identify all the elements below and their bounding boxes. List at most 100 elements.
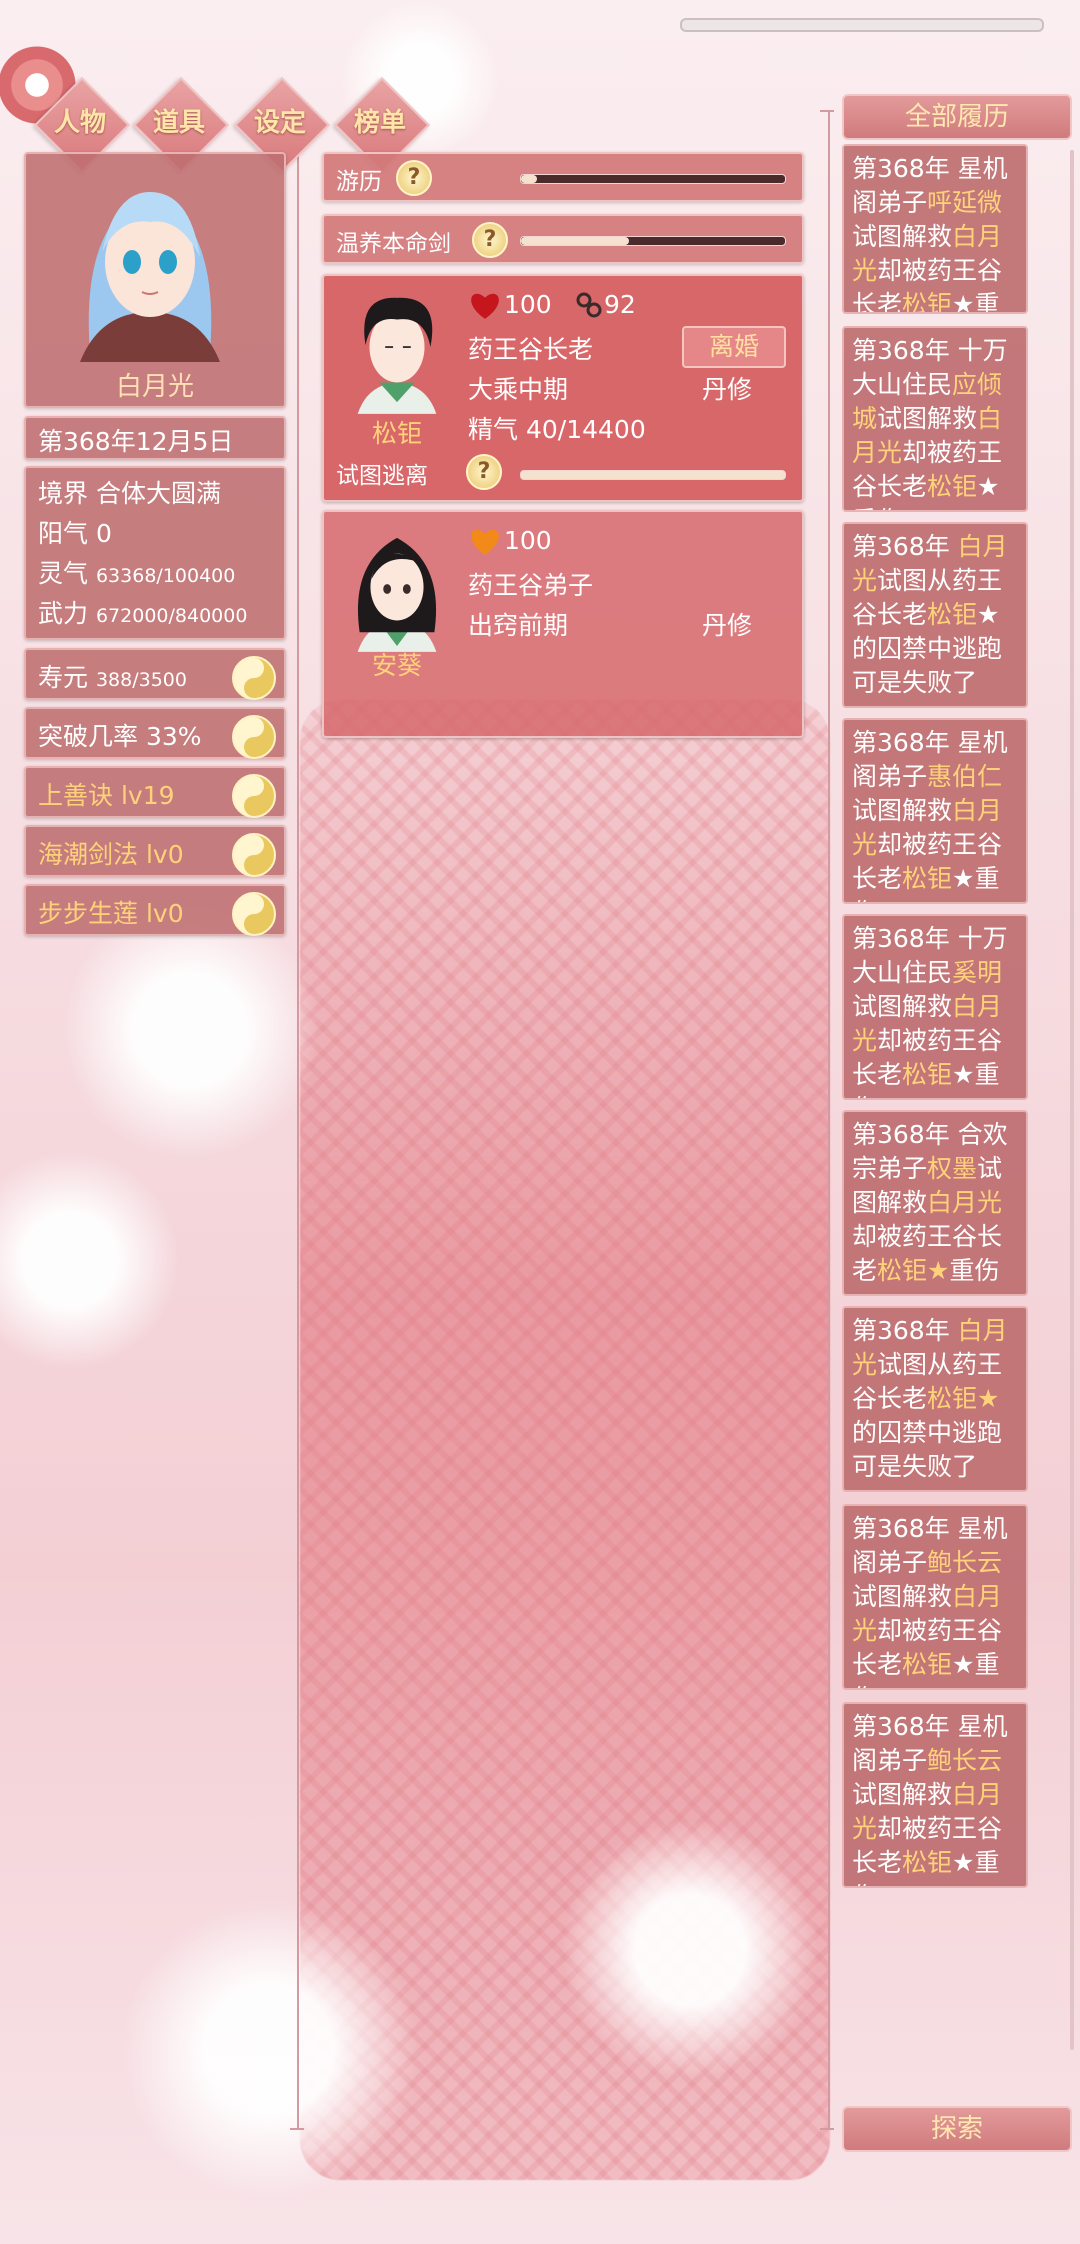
help-icon[interactable]: ? [396,160,432,196]
history-entry-text: 试图解救 [852,1780,953,1809]
background-flower [0,1150,180,1370]
history-entry: 第368年 星机阁弟子鲍长云试图解救白月光却被药王谷长老松钜★重伤 [842,1504,1028,1690]
explore-button[interactable]: 探索 [842,2106,1072,2152]
player-name: 白月光 [115,372,194,402]
history-entry-text: 松钜★ [927,1384,1000,1413]
history-entry-text: 试图解救 [852,222,953,251]
partner-card[interactable]: 松钜 100 92 离婚 药王谷长老 大乘中期 丹修 精气 40/14400 试… [322,274,804,502]
breakthrough-value: 33% [145,722,202,751]
nurture-sword-bar[interactable]: 温养本命剑 ? [322,214,804,264]
partner-portrait [357,537,437,652]
date-panel: 第368年12月5日 [24,416,286,460]
skill-panel[interactable]: 步步生莲 lv0 [24,884,286,936]
lifespan-row: 寿元 388/3500 [38,658,187,694]
background-flower [60,900,320,1160]
history-entry: 第368年 星机阁弟子呼延微试图解救白月光却被药王谷长老松钜★重伤 [842,144,1028,314]
escape-label: 试图逃离 [336,463,428,489]
lifespan-value: 388/3500 [95,669,187,691]
tab-label: 道具 [152,108,205,138]
history-entry-text: 松钜 [902,1650,953,1679]
history-entry: 第368年 白月光试图从药王谷长老松钜★的囚禁中逃跑可是失败了 [842,1306,1028,1492]
history-entry-text: 权墨 [927,1154,978,1183]
travel-progress-fill [521,175,537,183]
partner-portrait [357,297,437,414]
history-entry-text: 松钜 [902,1848,953,1877]
skill-panel[interactable]: 上善诀 lv19 [24,766,286,818]
divider-line [820,110,834,112]
breakthrough-panel[interactable]: 突破几率 33% [24,707,286,759]
help-icon[interactable]: ? [466,454,502,490]
yinyang-icon[interactable] [232,774,276,818]
yang-row: 阳气 0 [38,514,112,550]
history-entry-text: 试图解救 [852,1582,953,1611]
divider-line [828,110,830,2130]
history-entry-text: 松钜 [902,864,953,893]
history-entry-text: 的囚禁中逃跑可是失败了 [852,1418,1003,1481]
partner-title: 药王谷长老 [468,335,594,364]
history-entry-text: 松钜★ [877,1256,950,1285]
history-entry-text: 试图解救 [852,796,953,825]
history-entry: 第368年 十万大山住民奚明试图解救白月光却被药王谷长老松钜★重伤 [842,914,1028,1100]
history-entry-text: 奚明 [952,958,1003,987]
history-entry-text: 鲍长云 [927,1548,1003,1577]
help-icon[interactable]: ? [472,222,508,258]
yang-value: 0 [95,519,112,548]
nurture-label: 温养本命剑 [336,231,451,257]
skill-name: 步步生莲 lv0 [38,899,184,928]
yinyang-icon[interactable] [232,715,276,759]
lingqi-row: 灵气 63368/100400 [38,554,235,590]
travel-bar[interactable]: 游历 ? [322,152,804,202]
yang-label: 阳气 [38,519,89,548]
breakthrough-label: 突破几率 [38,722,139,751]
essence-label: 精气 [468,415,519,444]
travel-label: 游历 [336,169,382,195]
essence-value: 40/14400 [525,415,646,444]
background-flower [120,1900,420,2200]
partner-name: 松钜 [371,419,422,448]
realm-label: 境界 [38,479,89,508]
stats-panel: 境界 合体大圆满 阳气 0 灵气 63368/100400 武力 672000/… [24,466,286,640]
nurture-progress [520,236,786,246]
yinyang-icon[interactable] [232,892,276,936]
yinyang-icon[interactable] [232,656,276,700]
tab-label: 人物 [53,108,106,138]
chain-icon [576,292,602,318]
nurture-progress-fill [521,237,630,245]
wuli-row: 武力 672000/840000 [38,594,247,630]
divorce-button[interactable]: 离婚 [682,326,786,368]
partner-realm: 出窍前期 [468,611,569,640]
history-entry-text: 惠伯仁 [927,762,1003,791]
history-entry-text: 重伤 [949,1256,1000,1285]
partner-realm: 大乘中期 [468,375,569,404]
partner-title: 药王谷弟子 [468,571,594,600]
history-scrollbar[interactable] [1070,150,1074,2050]
skill-panel[interactable]: 海潮剑法 lv0 [24,825,286,877]
player-portrait-panel[interactable]: 白月光 [24,152,286,408]
partner-bond: 92 [604,290,636,319]
divider-line [297,150,299,2130]
history-entry-text: 松钜 [927,600,978,629]
divider-line [820,2128,834,2130]
lifespan-label: 寿元 [38,663,89,692]
partner-cult-type: 丹修 [702,611,753,640]
partner-affection: 100 [504,290,552,319]
history-entry: 第368年 星机阁弟子惠伯仁试图解救白月光却被药王谷长老松钜★重伤 [842,718,1028,904]
tab-label: 设定 [253,108,306,138]
skill-name: 上善诀 lv19 [38,781,175,810]
all-history-button[interactable]: 全部履历 [842,94,1072,140]
wuli-label: 武力 [38,599,89,628]
top-scrollbar[interactable] [680,18,1044,32]
lingqi-label: 灵气 [38,559,89,588]
skill-name: 海潮剑法 lv0 [38,840,184,869]
realm-row: 境界 合体大圆满 [38,474,221,510]
partner-card[interactable]: 安葵 100 药王谷弟子 出窍前期 丹修 [322,510,804,738]
yinyang-icon[interactable] [232,833,276,877]
player-avatar [80,192,220,362]
history-entry-text: 试图解救 [852,992,953,1021]
history-entry: 第368年 合欢宗弟子权墨试图解救白月光却被药王谷长老松钜★重伤 [842,1110,1028,1296]
partner-name: 安葵 [371,651,422,680]
lifespan-panel[interactable]: 寿元 388/3500 [24,648,286,700]
wuli-value: 672000/840000 [95,605,248,627]
lingqi-value: 63368/100400 [95,565,236,587]
history-entry: 第368年 星机阁弟子鲍长云试图解救白月光却被药王谷长老松钜★重伤 [842,1702,1028,1888]
